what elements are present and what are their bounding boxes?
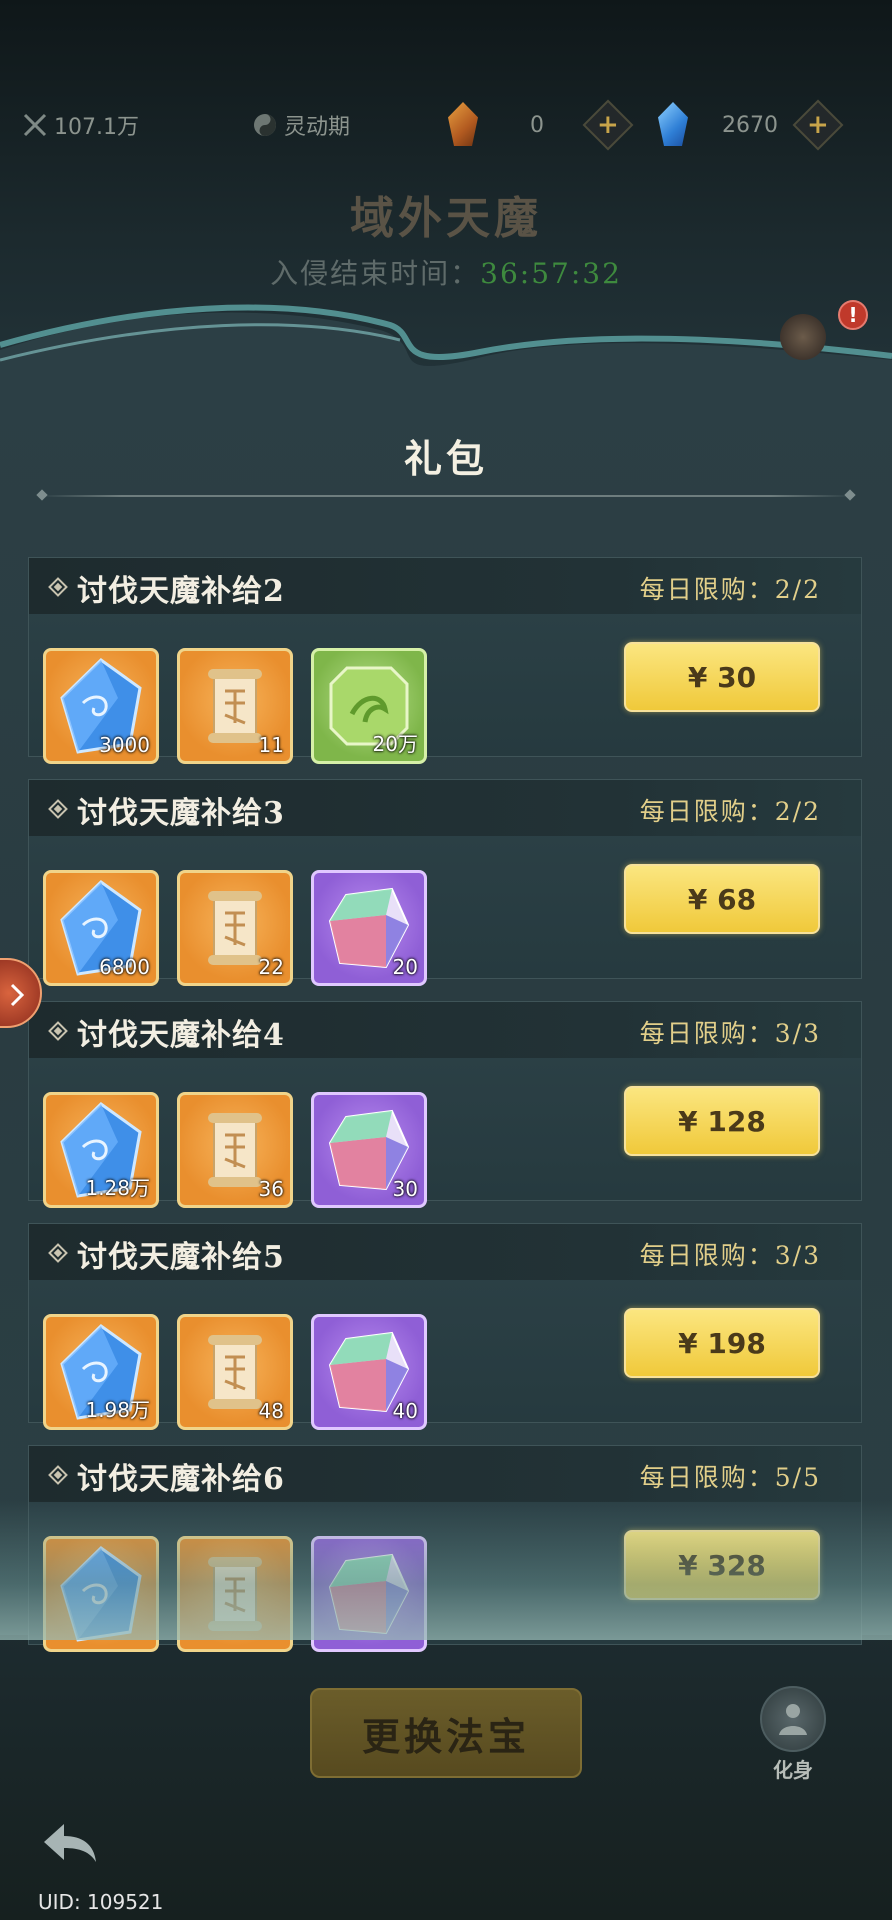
realm-value: 灵动期 — [284, 115, 351, 140]
invasion-timer: 入侵结束时间：36:57:32 — [0, 252, 892, 292]
pack-card: 讨伐天魔补给5 每日限购：3/3 1.98万 48 40 ¥ 198 — [28, 1223, 862, 1430]
pack-card: 讨伐天魔补给4 每日限购：3/3 1.28万 36 30 ¥ 128 — [28, 1001, 862, 1208]
pack-name: 讨伐天魔补给4 — [77, 1018, 285, 1053]
reward-item[interactable]: 22 — [177, 870, 293, 986]
daily-limit: 每日限购：2/2 — [639, 797, 821, 826]
blue-gem-icon — [658, 102, 688, 146]
currency1-value: 0 — [530, 112, 544, 138]
event-title: 域外天魔 — [350, 193, 542, 244]
reward-item[interactable]: 11 — [177, 648, 293, 764]
daily-limit: 每日限购：3/3 — [639, 1019, 821, 1048]
daily-limit: 每日限购：3/3 — [639, 1241, 821, 1270]
power-display: 107.1万 — [22, 100, 139, 150]
back-button[interactable] — [38, 1818, 102, 1870]
panel-title: 礼包 — [403, 436, 488, 481]
resource-bar: 107.1万 灵动期 0 + 2670 + — [0, 99, 892, 151]
crossed-swords-icon — [22, 112, 48, 138]
daily-limit: 每日限购：5/5 — [639, 1463, 821, 1492]
pack-name: 讨伐天魔补给6 — [77, 1462, 285, 1497]
reward-item[interactable]: 1.98万 — [43, 1314, 159, 1430]
reward-count: 3000 — [99, 733, 150, 757]
event-avatar[interactable] — [780, 314, 826, 360]
alert-badge: ! — [838, 300, 868, 330]
reward-count: 48 — [258, 1399, 284, 1423]
reward-count: 11 — [258, 733, 284, 757]
reward-item[interactable]: 20万 — [311, 648, 427, 764]
currency2-value: 2670 — [722, 112, 778, 138]
avatar-figure-icon — [779, 1704, 807, 1735]
add-currency1-button[interactable]: + — [582, 99, 634, 151]
title-divider — [40, 495, 852, 497]
reward-count: 6800 — [99, 955, 150, 979]
reward-item[interactable]: 3000 — [43, 648, 159, 764]
pack-card: 讨伐天魔补给2 每日限购：2/2 3000 11 20万 ¥ 30 — [28, 557, 862, 764]
reward-count: 20 — [392, 955, 418, 979]
uid-label: UID: 109521 — [38, 1890, 164, 1914]
decorative-wave — [0, 304, 892, 400]
list-fade-overlay — [0, 1500, 892, 1640]
buy-button[interactable]: ¥ 30 — [624, 642, 820, 712]
reward-item[interactable]: 6800 — [43, 870, 159, 986]
buy-button[interactable]: ¥ 128 — [624, 1086, 820, 1156]
reward-item[interactable]: 40 — [311, 1314, 427, 1430]
pack-name: 讨伐天魔补给3 — [77, 796, 285, 831]
avatar-label: 化身 — [773, 1758, 813, 1782]
avatar-button[interactable] — [760, 1686, 826, 1752]
realm-display: 灵动期 — [252, 100, 350, 150]
daily-limit: 每日限购：2/2 — [639, 575, 821, 604]
reward-item[interactable]: 30 — [311, 1092, 427, 1208]
plus-icon: + — [597, 109, 619, 140]
chevron-right-icon — [10, 983, 25, 1007]
change-treasure-button[interactable]: 更换法宝 — [310, 1688, 582, 1778]
reward-count: 1.28万 — [85, 1176, 150, 1200]
pack-name: 讨伐天魔补给2 — [77, 574, 285, 609]
buy-button[interactable]: ¥ 68 — [624, 864, 820, 934]
reward-count: 22 — [258, 955, 284, 979]
yin-yang-icon — [252, 112, 278, 138]
reward-item[interactable]: 36 — [177, 1092, 293, 1208]
orange-gem-icon — [448, 102, 478, 146]
reward-item[interactable]: 1.28万 — [43, 1092, 159, 1208]
reward-count: 40 — [392, 1399, 418, 1423]
buy-button[interactable]: ¥ 198 — [624, 1308, 820, 1378]
reward-item[interactable]: 20 — [311, 870, 427, 986]
timer-label: 入侵结束时间： — [270, 257, 481, 290]
reward-count: 30 — [392, 1177, 418, 1201]
pack-card: 讨伐天魔补给3 每日限购：2/2 6800 22 20 ¥ 68 — [28, 779, 862, 986]
pack-name: 讨伐天魔补给5 — [77, 1240, 285, 1275]
power-value: 107.1万 — [54, 115, 139, 140]
reward-item[interactable]: 48 — [177, 1314, 293, 1430]
plus-icon: + — [807, 109, 829, 140]
add-currency2-button[interactable]: + — [792, 99, 844, 151]
reward-count: 36 — [258, 1177, 284, 1201]
timer-value: 36:57:32 — [480, 257, 622, 290]
reward-count: 1.98万 — [85, 1398, 150, 1422]
back-arrow-icon — [44, 1824, 96, 1862]
reward-count: 20万 — [372, 732, 418, 756]
